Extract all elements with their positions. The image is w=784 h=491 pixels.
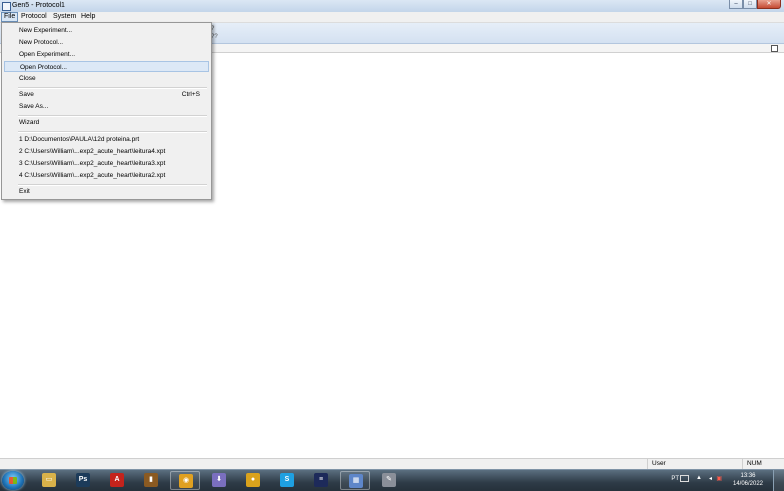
- menu-item-recent-4[interactable]: 4 C:\Users\William\...exp2_acute_heart\l…: [4, 170, 209, 181]
- clock-time: 13:36: [740, 473, 756, 479]
- windows-logo-icon: [9, 477, 17, 484]
- menu-item-save[interactable]: Save Ctrl+S: [4, 89, 209, 100]
- show-hidden-icons-icon[interactable]: ▲: [696, 475, 702, 481]
- toolbar-fragment-bottom: ??: [211, 34, 218, 40]
- photoshop-icon: Ps: [76, 473, 90, 487]
- taskbar-app-button[interactable]: ▦: [340, 471, 370, 490]
- acrobat-icon: A: [110, 473, 124, 487]
- menu-item-new-experiment[interactable]: New Experiment...: [4, 25, 209, 36]
- taskbar-app-button[interactable]: ≡: [306, 471, 336, 490]
- action-center-icon[interactable]: ▣: [716, 475, 722, 482]
- file-explorer-icon: ▭: [42, 473, 56, 487]
- taskbar-app-button[interactable]: ◉: [170, 471, 200, 490]
- network-icon[interactable]: ◂: [709, 475, 712, 482]
- menu-item-label: Close: [19, 75, 36, 82]
- minimize-button[interactable]: –: [729, 0, 743, 9]
- taskbar-app-button[interactable]: ▮: [136, 471, 166, 490]
- menu-item-label: Open Experiment...: [19, 51, 75, 58]
- taskbar-app-button[interactable]: Ps: [68, 471, 98, 490]
- menu-item-label: Save: [19, 91, 34, 98]
- menu-item-open-protocol[interactable]: Open Protocol...: [4, 61, 209, 72]
- app-icon[interactable]: [2, 2, 11, 11]
- status-num-lock: NUM: [742, 459, 782, 469]
- download-arrow-icon: ⬇: [212, 473, 226, 487]
- skype-icon: S: [280, 473, 294, 487]
- start-button[interactable]: [2, 471, 24, 490]
- paint-app-icon: ✎: [382, 473, 396, 487]
- menu-file[interactable]: File: [1, 12, 19, 22]
- menu-item-save-as[interactable]: Save As...: [4, 101, 209, 112]
- bottle-app-icon: ▮: [144, 473, 158, 487]
- taskbar: ▭ Ps A ▮ ◉ ⬇ ● S ≡ ▦ ✎ PT ▲ ◂ ▣ 13:36 14/06/2022: [0, 469, 784, 491]
- taskbar-app-button[interactable]: S: [272, 471, 302, 490]
- menu-item-label: New Experiment...: [19, 27, 73, 34]
- menu-protocol[interactable]: Protocol: [19, 12, 49, 22]
- gen5-app-icon: ▦: [349, 474, 363, 488]
- menu-system[interactable]: System: [51, 12, 78, 22]
- menu-item-label: 3 C:\Users\William\...exp2_acute_heart\l…: [19, 160, 166, 167]
- clock-date: 14/06/2022: [732, 481, 764, 487]
- menu-item-wizard[interactable]: Wizard: [4, 117, 209, 128]
- menu-help[interactable]: Help: [79, 12, 97, 22]
- menu-item-open-experiment[interactable]: Open Experiment...: [4, 49, 209, 60]
- menu-item-recent-1[interactable]: 1 D:\Documentos\PAULA\12d proteina.prt: [4, 134, 209, 145]
- menu-item-label: Save As...: [19, 103, 49, 110]
- menu-item-recent-3[interactable]: 3 C:\Users\William\...exp2_acute_heart\l…: [4, 158, 209, 169]
- taskbar-app-button[interactable]: ●: [238, 471, 268, 490]
- keyboard-icon[interactable]: [680, 475, 689, 482]
- taskbar-app-button[interactable]: A: [102, 471, 132, 490]
- taskbar-app-button[interactable]: ▭: [34, 471, 64, 490]
- menu-item-label: 1 D:\Documentos\PAULA\12d proteina.prt: [19, 136, 140, 143]
- taskbar-app-button[interactable]: ⬇: [204, 471, 234, 490]
- menu-item-exit[interactable]: Exit: [4, 186, 209, 197]
- window-controls: – □ ✕: [729, 0, 781, 9]
- menu-item-label: New Protocol...: [19, 39, 64, 46]
- document-restore-button[interactable]: [771, 45, 778, 52]
- clock[interactable]: 13:36 14/06/2022: [728, 472, 768, 488]
- window-title: Gen5 - Protocol1: [12, 2, 65, 9]
- close-button[interactable]: ✕: [757, 0, 781, 9]
- status-user: User: [647, 459, 727, 469]
- scanner-app-icon: ≡: [314, 473, 328, 487]
- menu-item-label: Exit: [19, 188, 30, 195]
- taskbar-app-button[interactable]: ✎: [374, 471, 404, 490]
- menu-item-label: Wizard: [19, 119, 40, 126]
- menu-item-label: 2 C:\Users\William\...exp2_acute_heart\l…: [19, 148, 166, 155]
- menu-item-close[interactable]: Close: [4, 73, 209, 84]
- menu-item-new-protocol[interactable]: New Protocol...: [4, 37, 209, 48]
- show-desktop-button[interactable]: [773, 470, 784, 491]
- menu-item-shortcut: Ctrl+S: [181, 91, 200, 98]
- menu-item-label: 4 C:\Users\William\...exp2_acute_heart\l…: [19, 172, 166, 179]
- media-player-icon: ◉: [179, 474, 193, 488]
- maximize-button[interactable]: □: [743, 0, 757, 9]
- language-indicator[interactable]: PT: [671, 476, 679, 482]
- status-bar: User NUM: [0, 458, 784, 469]
- chrome-icon: ●: [246, 473, 260, 487]
- menu-separator: [18, 131, 207, 133]
- menu-item-recent-2[interactable]: 2 C:\Users\William\...exp2_acute_heart\l…: [4, 146, 209, 157]
- file-menu-dropdown: New Experiment... New Protocol... Open E…: [1, 22, 212, 200]
- menu-item-label: Open Protocol...: [20, 64, 67, 71]
